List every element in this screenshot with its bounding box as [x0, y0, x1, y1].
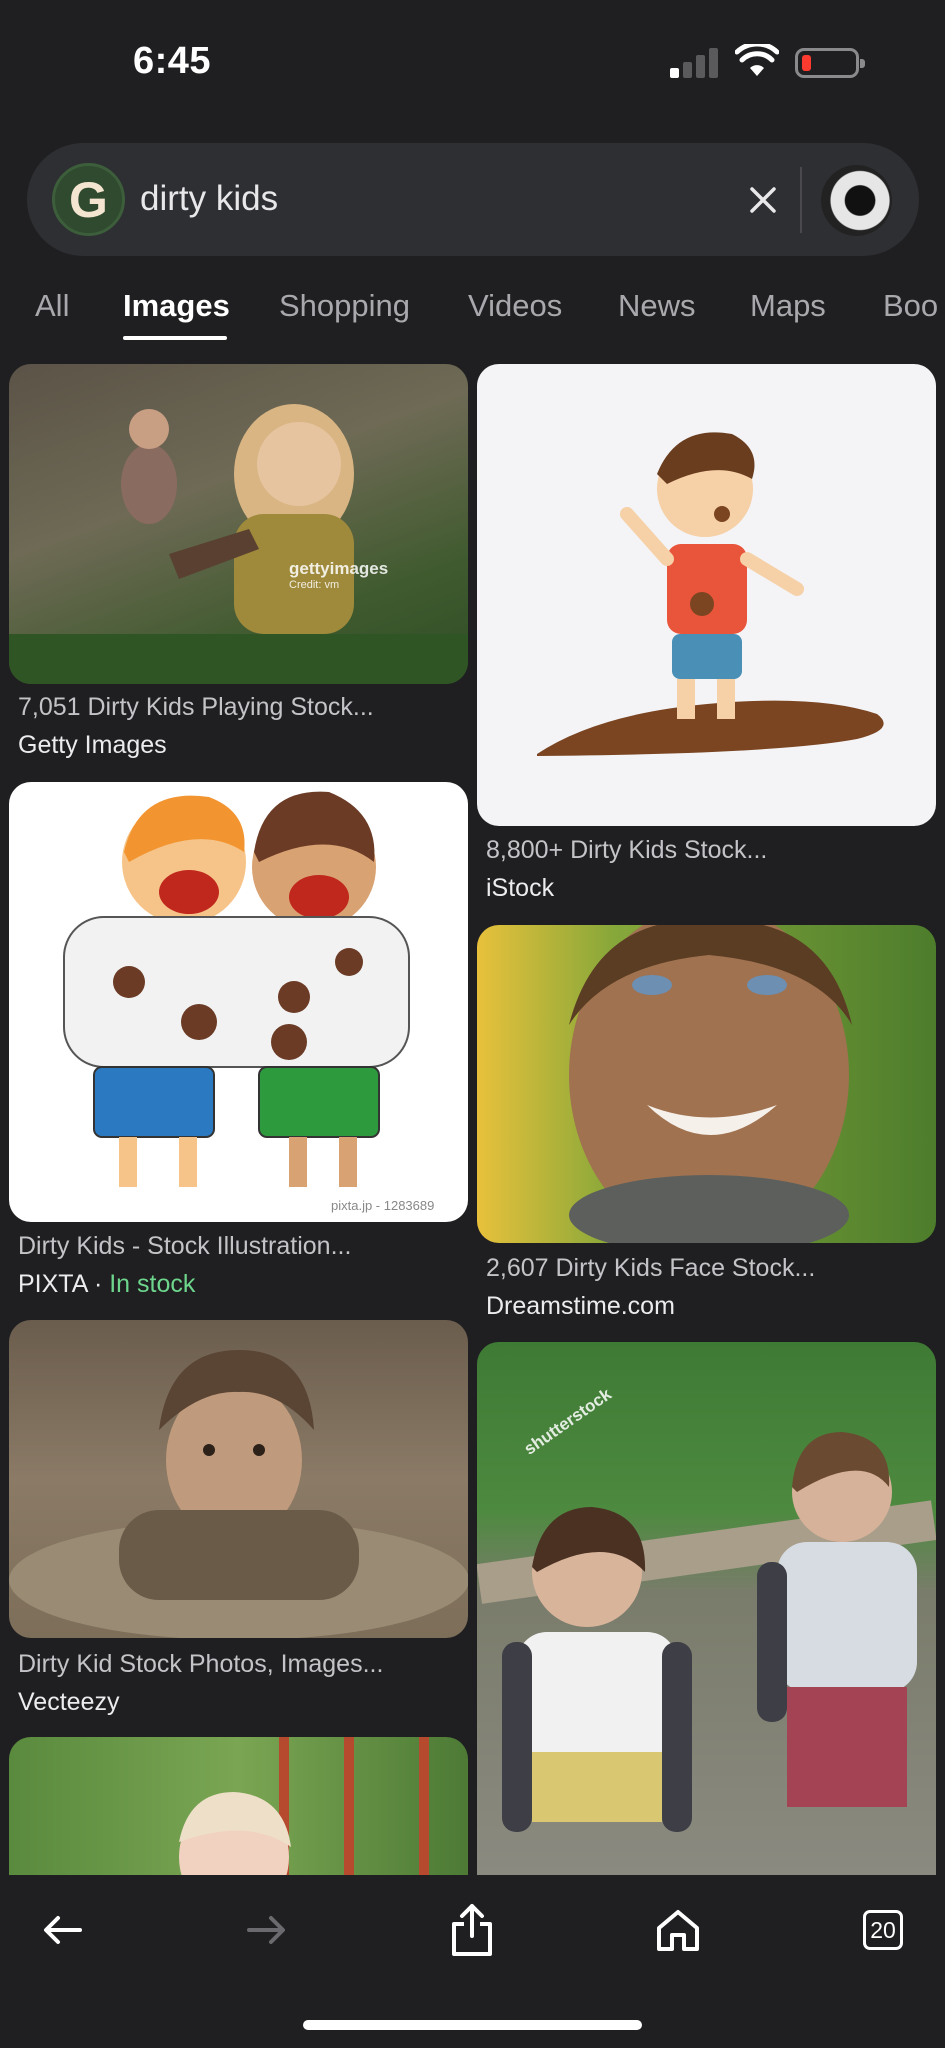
tab-videos[interactable]: Videos	[468, 288, 562, 324]
result-source-1[interactable]: Getty Images	[18, 731, 167, 760]
battery-level	[802, 55, 811, 71]
result-source-5[interactable]: Vecteezy	[18, 1688, 119, 1717]
result-title-3[interactable]: Dirty Kids - Stock Illustration...	[18, 1232, 458, 1261]
search-tabs: All Images Shopping Videos News Maps Boo	[0, 280, 945, 340]
tab-books[interactable]: Boo	[883, 288, 938, 324]
tab-news[interactable]: News	[618, 288, 696, 324]
result-title-4[interactable]: 2,607 Dirty Kids Face Stock...	[486, 1254, 926, 1283]
result-source-4[interactable]: Dreamstime.com	[486, 1292, 675, 1321]
result-source-2[interactable]: iStock	[486, 874, 554, 903]
tab-count: 20	[863, 1910, 903, 1950]
child-in-mud-photo	[9, 1350, 468, 1638]
result-image-7[interactable]	[9, 1737, 468, 1875]
forward-arrow-icon	[247, 1916, 285, 1944]
result-title-1[interactable]: 7,051 Dirty Kids Playing Stock...	[18, 693, 458, 722]
result-image-3[interactable]: pixta.jp - 1283689	[9, 782, 468, 1222]
watermark: pixta.jp - 1283689	[331, 1198, 435, 1213]
result-image-2[interactable]	[477, 364, 936, 826]
google-logo[interactable]: G	[52, 163, 125, 236]
back-button[interactable]	[22, 1895, 102, 1965]
clear-search-button[interactable]	[738, 175, 788, 225]
tabs-button[interactable]: 20	[843, 1895, 923, 1965]
result-title-2[interactable]: 8,800+ Dirty Kids Stock...	[486, 836, 926, 865]
result-title-5[interactable]: Dirty Kid Stock Photos, Images...	[18, 1650, 458, 1679]
search-bar[interactable]: G dirty kids	[27, 143, 919, 256]
in-stock-label: In stock	[109, 1270, 196, 1298]
result-image-5[interactable]	[9, 1320, 468, 1638]
share-button[interactable]	[432, 1895, 512, 1965]
tab-images[interactable]: Images	[123, 288, 230, 324]
search-divider	[800, 167, 802, 233]
wifi-icon	[735, 44, 779, 76]
tab-all[interactable]: All	[35, 288, 69, 324]
cartoon-boy-mud-illustration	[537, 432, 884, 756]
result-image-6[interactable]: shutterstock	[477, 1342, 936, 1902]
forward-button[interactable]	[227, 1895, 307, 1965]
back-arrow-icon	[44, 1916, 82, 1944]
battery-icon	[795, 48, 865, 78]
toddler-garden-photo	[179, 1737, 429, 1875]
cellular-signal-icon	[670, 46, 720, 78]
account-avatar[interactable]	[821, 165, 892, 236]
watermark: gettyimages Credit: vm	[289, 559, 389, 591]
tab-shopping[interactable]: Shopping	[279, 288, 410, 324]
muddy-face-photo	[569, 925, 852, 1243]
home-button[interactable]	[638, 1895, 718, 1965]
bottom-toolbar: 20	[0, 1875, 945, 2048]
home-indicator[interactable]	[303, 2020, 642, 2030]
share-icon	[452, 1904, 492, 1956]
result-image-4[interactable]	[477, 925, 936, 1243]
status-bar: 6:45	[0, 0, 945, 130]
result-source-3[interactable]: PIXTA · In stock	[18, 1270, 195, 1299]
status-time: 6:45	[133, 40, 212, 82]
tab-maps[interactable]: Maps	[750, 288, 826, 324]
search-query[interactable]: dirty kids	[140, 179, 278, 219]
cartoon-muddy-kids-illustration	[63, 791, 410, 1187]
active-tab-indicator	[123, 336, 227, 340]
close-icon	[750, 187, 776, 213]
home-icon	[657, 1910, 699, 1951]
result-image-1[interactable]: gettyimages Credit: vm	[9, 364, 468, 684]
muddy-kids-photo	[9, 404, 468, 684]
